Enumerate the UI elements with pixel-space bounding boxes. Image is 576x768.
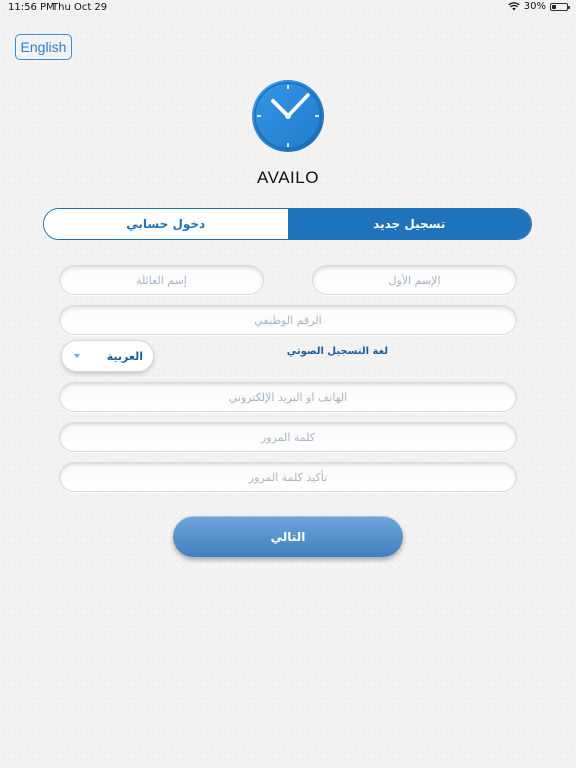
clock-icon <box>252 80 324 152</box>
status-date: Thu Oct 29 <box>52 2 108 13</box>
status-time: 11:56 PM <box>8 2 55 13</box>
phone-email-placeholder: الهاتف او البريد الإلكتروني <box>228 390 348 404</box>
confirm-password-input[interactable]: تأكيد كلمة المرور <box>59 462 517 492</box>
next-button[interactable]: التالي <box>173 516 403 557</box>
last-name-placeholder: إسم العائلة <box>136 273 187 287</box>
voice-language-value: العربية <box>106 349 143 363</box>
last-name-input[interactable]: إسم العائلة <box>59 265 264 295</box>
job-number-placeholder: الرقم الوظيفي <box>254 313 322 327</box>
auth-mode-tabs: دخول حسابي تسجيل جديد <box>43 208 532 240</box>
app-title: AVAILO <box>257 168 319 187</box>
password-input[interactable]: كلمة المرور <box>59 422 517 452</box>
phone-email-input[interactable]: الهاتف او البريد الإلكتروني <box>59 382 517 412</box>
wifi-icon <box>508 2 520 11</box>
voice-language-label: لغة التسجيل الصوتي <box>286 346 388 357</box>
chevron-down-icon <box>74 354 80 358</box>
confirm-password-placeholder: تأكيد كلمة المرور <box>248 470 328 484</box>
first-name-input[interactable]: الإسم الأول <box>312 265 517 295</box>
first-name-placeholder: الإسم الأول <box>388 273 441 287</box>
tab-register[interactable]: تسجيل جديد <box>287 209 531 239</box>
battery-percent: 30% <box>523 1 546 12</box>
battery-icon <box>550 2 570 11</box>
voice-language-select[interactable]: العربية <box>61 340 154 372</box>
tab-login[interactable]: دخول حسابي <box>44 209 288 239</box>
status-right: 30% <box>508 1 570 12</box>
password-placeholder: كلمة المرور <box>260 430 316 444</box>
english-language-button[interactable]: English <box>15 34 72 60</box>
job-number-input[interactable]: الرقم الوظيفي <box>59 305 517 335</box>
